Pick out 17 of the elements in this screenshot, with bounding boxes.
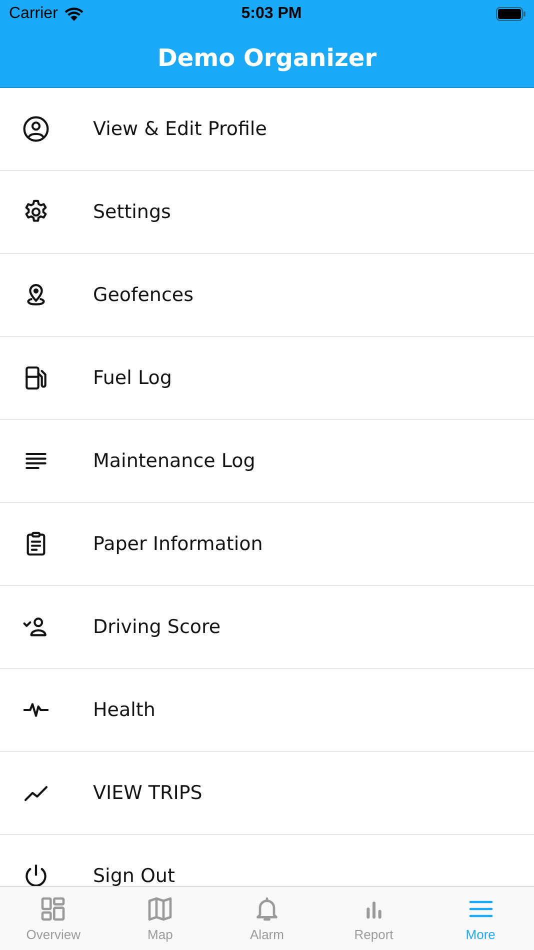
menu-item[interactable]: VIEW TRIPS <box>0 752 534 835</box>
menu-item[interactable]: Geofences <box>0 254 534 337</box>
carrier-name: Carrier <box>9 5 58 23</box>
status-time: 5:03 PM <box>241 5 302 23</box>
menu-item[interactable]: Health <box>0 669 534 752</box>
profile-icon <box>22 115 50 143</box>
dashboard-icon <box>39 895 68 923</box>
menu-item[interactable]: Maintenance Log <box>0 420 534 503</box>
screen-title: Demo Organizer <box>157 44 377 72</box>
wifi-icon <box>64 7 84 21</box>
map-icon <box>146 895 174 923</box>
menu-item[interactable]: Paper Information <box>0 503 534 586</box>
menu-item[interactable]: Settings <box>0 171 534 254</box>
battery-icon <box>496 7 526 21</box>
menu-item[interactable]: Driving Score <box>0 586 534 669</box>
menu-item[interactable]: Fuel Log <box>0 337 534 420</box>
menu-item[interactable]: View & Edit Profile <box>0 88 534 171</box>
